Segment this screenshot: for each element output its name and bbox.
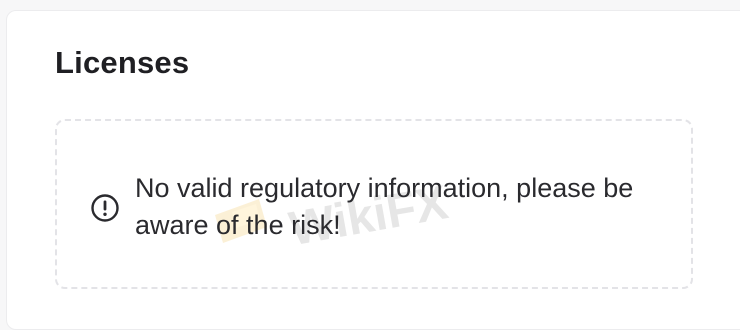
no-license-notice: WikiFX No valid regulatory information, …: [55, 119, 693, 289]
exclamation-circle-icon: [91, 194, 119, 222]
notice-message: No valid regulatory information, please …: [135, 173, 634, 240]
licenses-card: Licenses WikiFX No valid regulatory info…: [6, 10, 740, 330]
licenses-title: Licenses: [55, 45, 190, 80]
